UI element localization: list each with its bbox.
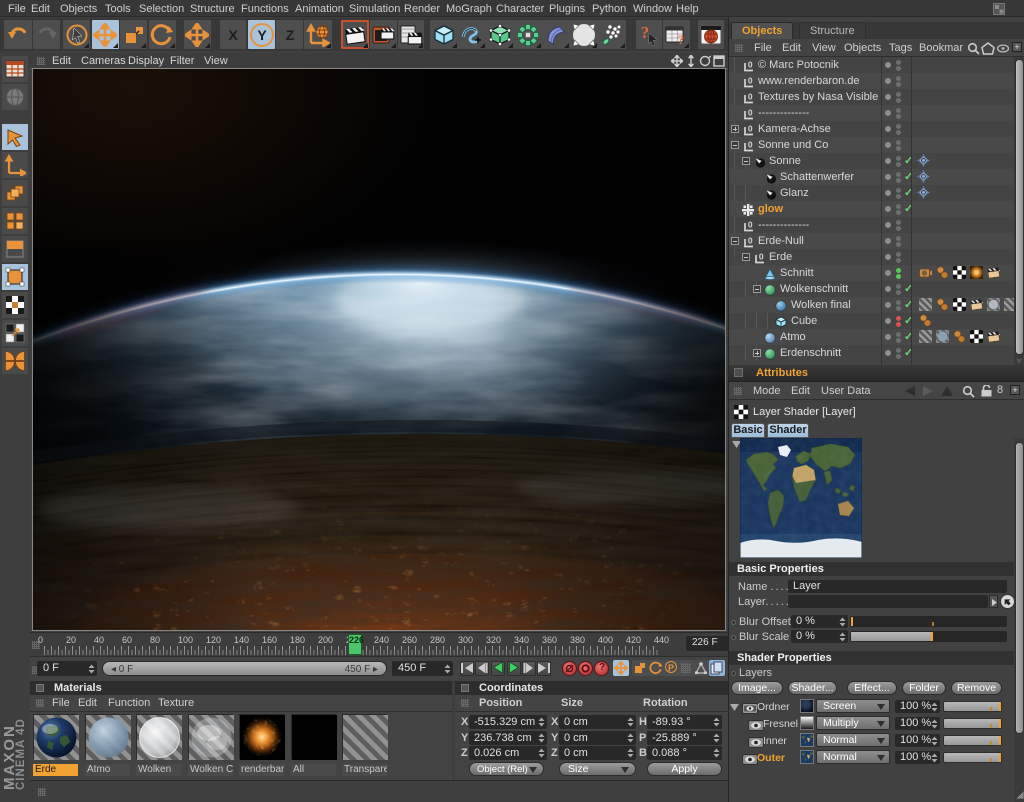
svg-text:0: 0 xyxy=(759,252,764,262)
svg-text:Z: Z xyxy=(285,27,294,43)
svg-text:0: 0 xyxy=(748,76,753,86)
svg-text:?: ? xyxy=(641,23,650,42)
svg-text:0: 0 xyxy=(748,236,753,246)
svg-text:0: 0 xyxy=(748,108,753,118)
svg-text:Y: Y xyxy=(257,27,267,43)
svg-text:0: 0 xyxy=(748,92,753,102)
svg-text:0: 0 xyxy=(748,220,753,230)
svg-text:0: 0 xyxy=(748,60,753,70)
svg-text:X: X xyxy=(228,27,238,43)
svg-text:0: 0 xyxy=(748,140,753,150)
svg-text:0: 0 xyxy=(748,124,753,134)
